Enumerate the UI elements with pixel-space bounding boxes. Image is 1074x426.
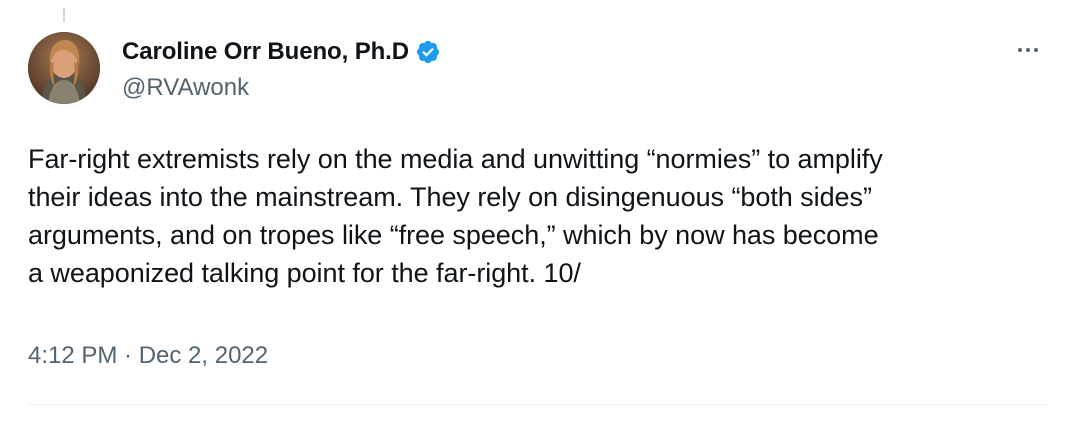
more-horizontal-icon bbox=[1018, 48, 1022, 52]
thread-connector-line bbox=[63, 8, 65, 22]
avatar[interactable] bbox=[28, 32, 100, 104]
verified-badge-icon bbox=[415, 39, 441, 65]
author-handle[interactable]: @RVAwonk bbox=[122, 72, 441, 104]
tweet-header: Caroline Orr Bueno, Ph.D @RVAwonk bbox=[28, 32, 1048, 106]
more-options-button[interactable] bbox=[1008, 38, 1048, 62]
tweet-timestamp[interactable]: 4:12 PM · Dec 2, 2022 bbox=[28, 340, 268, 372]
author-display-name[interactable]: Caroline Orr Bueno, Ph.D bbox=[122, 36, 409, 68]
tweet-text: Far-right extremists rely on the media a… bbox=[28, 144, 883, 288]
display-name-row: Caroline Orr Bueno, Ph.D bbox=[122, 36, 441, 68]
author-info: Caroline Orr Bueno, Ph.D @RVAwonk bbox=[122, 36, 441, 104]
divider bbox=[28, 404, 1048, 405]
